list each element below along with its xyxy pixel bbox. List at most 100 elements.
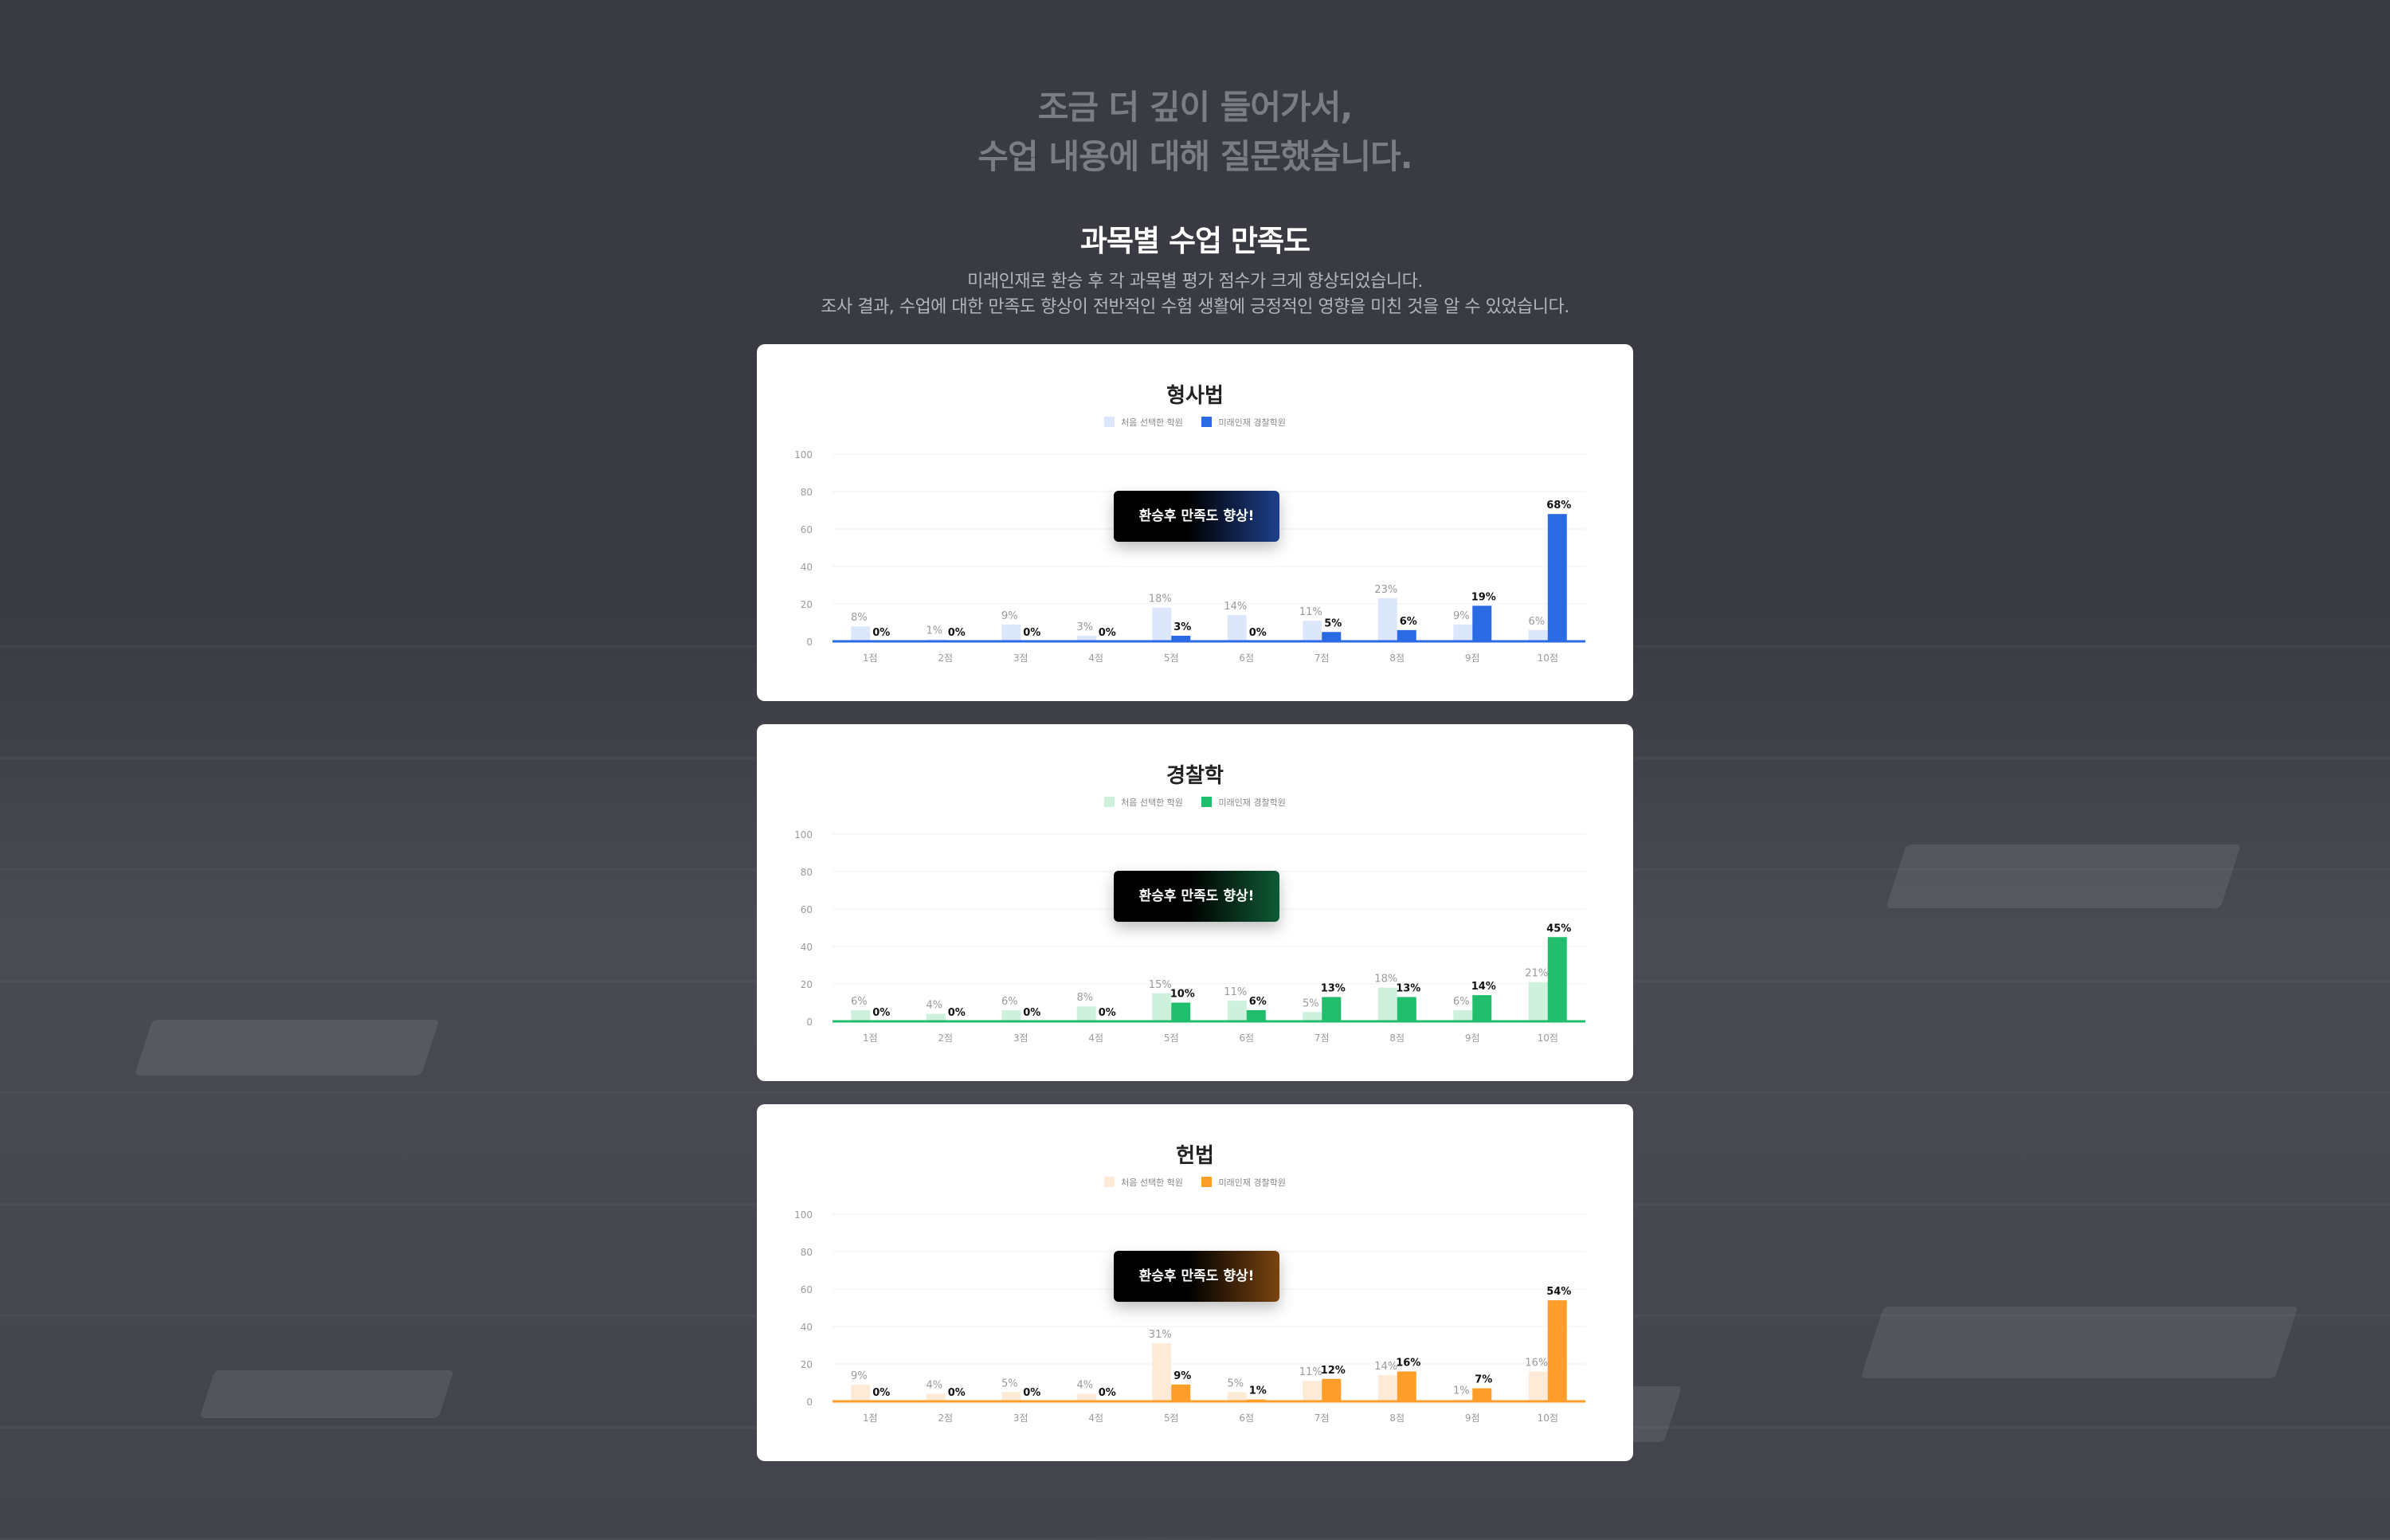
legend-item-before: 처음 선택한 학원 — [1104, 796, 1183, 809]
data-label-before: 1% — [1453, 1385, 1470, 1397]
section-title: 과목별 수업 만족도 — [1079, 224, 1311, 258]
bar-after — [1472, 1388, 1492, 1401]
y-tick-label: 80 — [801, 867, 813, 878]
data-label-after: 0% — [872, 627, 890, 639]
x-tick-label: 5점 — [1164, 1413, 1179, 1424]
legend-label-after: 미래인재 경찰학원 — [1218, 417, 1286, 428]
data-label-before: 8% — [851, 612, 868, 624]
data-label-before: 4% — [926, 1380, 942, 1392]
data-label-after: 0% — [948, 1387, 966, 1399]
header-title-line2: 수업 내용에 대해 질문했습니다. — [978, 137, 1412, 176]
data-label-after: 1% — [1249, 1385, 1267, 1397]
x-tick-label: 4점 — [1088, 1033, 1103, 1044]
bar-before — [1377, 598, 1397, 641]
bar-after — [1171, 1002, 1191, 1021]
x-tick-label: 5점 — [1164, 652, 1179, 664]
bar-after — [1472, 995, 1492, 1021]
legend-item-after: 미래인재 경찰학원 — [1201, 796, 1286, 809]
y-tick-label: 80 — [801, 487, 813, 498]
data-label-before: 1% — [926, 625, 942, 637]
data-label-after: 0% — [948, 627, 966, 639]
data-label-after: 0% — [1099, 627, 1116, 639]
x-tick-label: 8점 — [1389, 1413, 1405, 1424]
data-label-before: 11% — [1299, 606, 1322, 618]
x-tick-label: 4점 — [1088, 652, 1103, 664]
bar-before — [1303, 1012, 1322, 1021]
data-label-after: 0% — [872, 1387, 890, 1399]
y-tick-label: 80 — [801, 1247, 813, 1258]
data-label-before: 18% — [1374, 974, 1397, 986]
y-tick-label: 60 — [801, 904, 813, 915]
data-label-after: 9% — [1173, 1370, 1191, 1382]
data-label-before: 4% — [926, 1000, 942, 1012]
data-label-after: 14% — [1471, 981, 1496, 993]
x-tick-label: 8점 — [1389, 1033, 1405, 1044]
x-tick-label: 9점 — [1465, 1033, 1480, 1044]
bar-before — [1152, 607, 1172, 641]
bar-before — [1453, 624, 1473, 641]
bar-before — [1528, 1371, 1548, 1401]
bar-after — [1547, 514, 1567, 641]
x-tick-label: 3점 — [1013, 1413, 1028, 1424]
y-tick-label: 20 — [801, 599, 813, 610]
bar-after — [1171, 1384, 1191, 1401]
x-tick-label: 9점 — [1465, 652, 1480, 664]
data-label-before: 6% — [851, 996, 868, 1008]
data-label-after: 54% — [1546, 1286, 1571, 1298]
data-label-after: 7% — [1475, 1374, 1492, 1386]
data-label-before: 9% — [1453, 610, 1470, 622]
data-label-before: 6% — [1453, 996, 1470, 1008]
bar-before — [1303, 1381, 1322, 1401]
chart-legend: 처음 선택한 학원 미래인재 경찰학원 — [757, 1176, 1633, 1189]
improvement-badge: 환승후 만족도 향상! — [1114, 491, 1279, 542]
data-label-after: 5% — [1324, 617, 1342, 629]
x-tick-label: 7점 — [1314, 1033, 1330, 1044]
data-label-before: 21% — [1525, 968, 1548, 980]
y-tick-label: 100 — [794, 449, 813, 460]
data-label-before: 8% — [1076, 992, 1093, 1004]
data-label-after: 0% — [1023, 1387, 1040, 1399]
section-description: 미래인재로 환승 후 각 과목별 평가 점수가 크게 향상되었습니다. 조사 결… — [0, 269, 2390, 320]
data-label-after: 0% — [872, 1007, 890, 1019]
chart-title: 헌법 — [1176, 1144, 1214, 1168]
x-tick-label: 7점 — [1314, 652, 1330, 664]
data-label-after: 0% — [1023, 627, 1040, 639]
bar-after — [1472, 605, 1492, 641]
chart-card-police-science: 0 20 40 60 80 100 6% 0% 1점 4% 0% 2점 6% 0% 3점 8% 0% 4점 15% 1… — [757, 724, 1633, 1081]
data-label-after: 19% — [1471, 591, 1496, 603]
bar-after — [1397, 997, 1416, 1021]
x-tick-label: 5점 — [1164, 1033, 1179, 1044]
x-tick-label: 6점 — [1239, 1413, 1254, 1424]
legend-swatch-before — [1104, 797, 1115, 807]
improvement-badge: 환승후 만족도 향상! — [1114, 1251, 1279, 1302]
bar-after — [1397, 1371, 1416, 1401]
data-label-after: 45% — [1546, 923, 1571, 935]
y-tick-label: 40 — [801, 562, 813, 573]
x-tick-label: 1점 — [863, 1413, 878, 1424]
bar-before — [1377, 1375, 1397, 1401]
legend-label-after: 미래인재 경찰학원 — [1218, 1178, 1286, 1188]
y-tick-label: 60 — [801, 524, 813, 535]
bar-before — [1001, 624, 1021, 641]
legend-label-after: 미래인재 경찰학원 — [1218, 797, 1286, 808]
legend-swatch-before — [1104, 1177, 1115, 1187]
bar-before — [1001, 1009, 1021, 1021]
bar-before — [851, 626, 871, 641]
data-label-before: 9% — [1001, 610, 1018, 622]
x-tick-label: 7점 — [1314, 1413, 1330, 1424]
bar-before — [851, 1009, 871, 1021]
y-tick-label: 100 — [794, 1209, 813, 1221]
improvement-badge: 환승후 만족도 향상! — [1114, 871, 1279, 922]
chart-card-criminal-law: 0 20 40 60 80 100 8% 0% 1점 1% 0% 2점 9% 0% 3점 3% 0% 4점 18% 3… — [757, 344, 1633, 701]
y-tick-label: 0 — [806, 637, 813, 648]
data-label-before: 4% — [1076, 1380, 1093, 1392]
data-label-before: 9% — [851, 1370, 868, 1382]
data-label-before: 5% — [1001, 1377, 1018, 1389]
chart-legend: 처음 선택한 학원 미래인재 경찰학원 — [757, 796, 1633, 809]
chart-card-constitutional-law: 0 20 40 60 80 100 9% 0% 1점 4% 0% 2점 5% 0% 3점 4% 0% 4점 31% 9… — [757, 1104, 1633, 1461]
bar-after — [1246, 1009, 1266, 1021]
legend-swatch-after — [1201, 1177, 1213, 1187]
data-label-after: 0% — [948, 1007, 966, 1019]
y-tick-label: 60 — [801, 1284, 813, 1295]
data-label-before: 18% — [1149, 594, 1172, 605]
